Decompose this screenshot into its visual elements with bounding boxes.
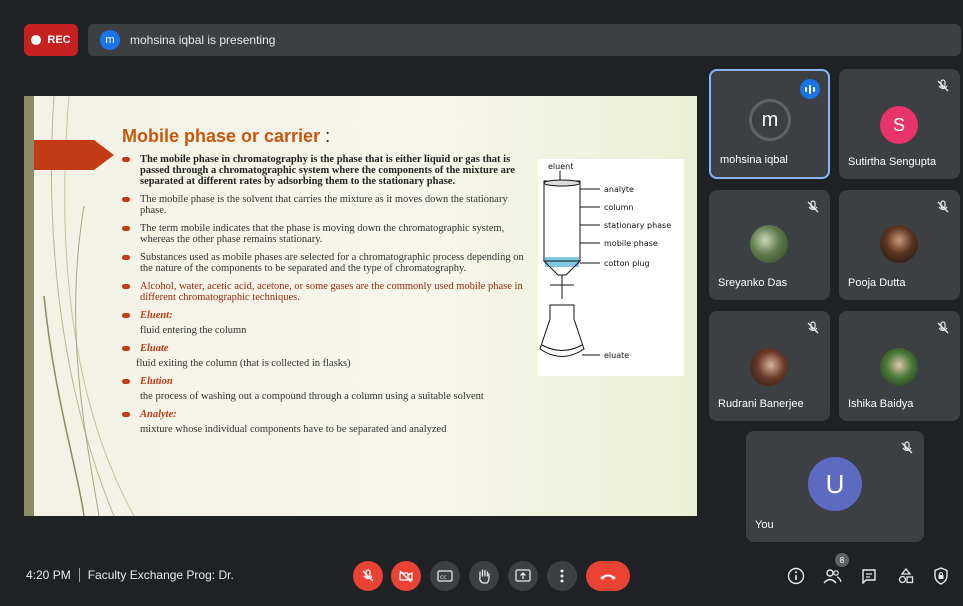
- term-eluent: Eluent:: [120, 310, 525, 321]
- bottom-control-bar: 4:20 PM Faculty Exchange Prog: Dr. cc 8: [0, 548, 963, 606]
- term-definition: the process of washing out a compound th…: [140, 391, 484, 402]
- label-stationary: stationary phase: [604, 221, 671, 230]
- slide-bullet-list: The mobile phase in chromatography is th…: [120, 154, 525, 442]
- mic-off-icon: [901, 441, 913, 454]
- present-screen-button[interactable]: [508, 561, 538, 591]
- term-definition: fluid exiting the column (that is collec…: [136, 358, 351, 369]
- meeting-title[interactable]: Faculty Exchange Prog: Dr.: [88, 568, 234, 582]
- mic-off-icon: [937, 321, 949, 334]
- label-cotton: cotton plug: [604, 259, 650, 268]
- chromatography-column-diagram: eluent analyte column stationary phase m…: [538, 159, 684, 376]
- term-definition: fluid entering the column: [140, 325, 247, 336]
- participant-name: You: [755, 519, 774, 531]
- participant-tile-mohsina[interactable]: m mohsina iqbal: [709, 69, 830, 179]
- recording-label: REC: [47, 34, 71, 46]
- participant-tile-pooja[interactable]: Pooja Dutta: [839, 190, 960, 300]
- activities-button[interactable]: [896, 566, 916, 586]
- hand-icon: [479, 569, 490, 584]
- svg-text:cc: cc: [440, 574, 447, 581]
- participant-name: mohsina iqbal: [720, 154, 788, 166]
- participant-name: Sreyanko Das: [718, 277, 788, 289]
- toggle-mic-button[interactable]: [353, 561, 383, 591]
- mic-off-icon: [362, 569, 374, 582]
- mic-off-icon: [937, 200, 949, 213]
- bullet-item: The mobile phase is the solvent that car…: [120, 194, 525, 216]
- participant-tile-rudrani[interactable]: Rudrani Banerjee: [709, 311, 830, 421]
- term-analyte: Analyte:: [120, 409, 525, 420]
- camera-off-icon: [399, 570, 413, 583]
- hang-up-icon: [600, 574, 616, 580]
- speaking-indicator-icon: [800, 79, 820, 99]
- current-time: 4:20 PM: [26, 568, 71, 582]
- info-icon: [787, 567, 805, 585]
- bullet-item: Alcohol, water, acetic acid, acetone, or…: [120, 281, 525, 303]
- participant-count-badge: 8: [835, 553, 849, 567]
- host-controls-button[interactable]: [931, 566, 951, 586]
- presentation-slide: Mobile phase or carrier : The mobile pha…: [24, 96, 697, 516]
- mic-off-icon: [937, 79, 949, 92]
- closed-captions-icon: cc: [437, 570, 453, 582]
- participant-tile-you[interactable]: U You: [746, 431, 924, 542]
- label-column: column: [604, 203, 633, 212]
- slide-title: Mobile phase or carrier :: [122, 126, 331, 146]
- captions-button[interactable]: cc: [430, 561, 460, 591]
- divider: [78, 568, 80, 582]
- presenter-avatar: m: [100, 30, 120, 50]
- chat-button[interactable]: [859, 566, 879, 586]
- mic-off-icon: [807, 200, 819, 213]
- participant-name: Rudrani Banerjee: [718, 398, 804, 410]
- participant-name: Pooja Dutta: [848, 277, 906, 289]
- top-bar: REC m mohsina iqbal is presenting: [24, 24, 961, 56]
- label-eluent: eluent: [548, 162, 573, 171]
- term-eluate: Eluate: [120, 343, 525, 354]
- activities-icon: [898, 568, 914, 584]
- people-icon: [823, 569, 842, 584]
- shield-lock-icon: [934, 567, 948, 585]
- label-analyte: analyte: [604, 185, 634, 194]
- bullet-item: The mobile phase in chromatography is th…: [120, 154, 525, 187]
- people-button[interactable]: [822, 566, 842, 586]
- participant-photo: [880, 348, 918, 386]
- participant-avatar: S: [880, 106, 918, 144]
- bullet-item: The term mobile indicates that the phase…: [120, 223, 525, 245]
- raise-hand-button[interactable]: [469, 561, 499, 591]
- label-mobile: mobile phase: [604, 239, 658, 248]
- participant-avatar: U: [808, 457, 862, 511]
- present-icon: [515, 569, 531, 582]
- term-definition: mixture whose individual components have…: [140, 424, 447, 435]
- participant-photo: [750, 348, 788, 386]
- toggle-camera-button[interactable]: [391, 561, 421, 591]
- recording-badge[interactable]: REC: [24, 24, 78, 56]
- leave-call-button[interactable]: [586, 561, 630, 591]
- participant-tile-sreyanko[interactable]: Sreyanko Das: [709, 190, 830, 300]
- more-options-button[interactable]: [547, 561, 577, 591]
- participant-tile-sutirtha[interactable]: S Sutirtha Sengupta: [839, 69, 960, 179]
- meeting-info: 4:20 PM Faculty Exchange Prog: Dr.: [26, 568, 234, 582]
- record-dot-icon: [31, 35, 42, 45]
- more-vert-icon: [560, 569, 564, 583]
- participant-name: Sutirtha Sengupta: [848, 156, 937, 168]
- participant-name: Ishika Baidya: [848, 398, 914, 410]
- mic-off-icon: [807, 321, 819, 334]
- label-eluate: eluate: [604, 351, 629, 360]
- participant-avatar: m: [749, 99, 791, 141]
- presenter-banner: m mohsina iqbal is presenting: [88, 24, 961, 56]
- participant-tile-ishika[interactable]: Ishika Baidya: [839, 311, 960, 421]
- presenter-text: mohsina iqbal is presenting: [130, 33, 276, 47]
- participant-photo: [880, 225, 918, 263]
- term-elution: Elution: [120, 376, 525, 387]
- bullet-item: Substances used as mobile phases are sel…: [120, 252, 525, 274]
- chat-icon: [862, 569, 876, 584]
- participant-photo: [750, 225, 788, 263]
- meeting-details-button[interactable]: [786, 566, 806, 586]
